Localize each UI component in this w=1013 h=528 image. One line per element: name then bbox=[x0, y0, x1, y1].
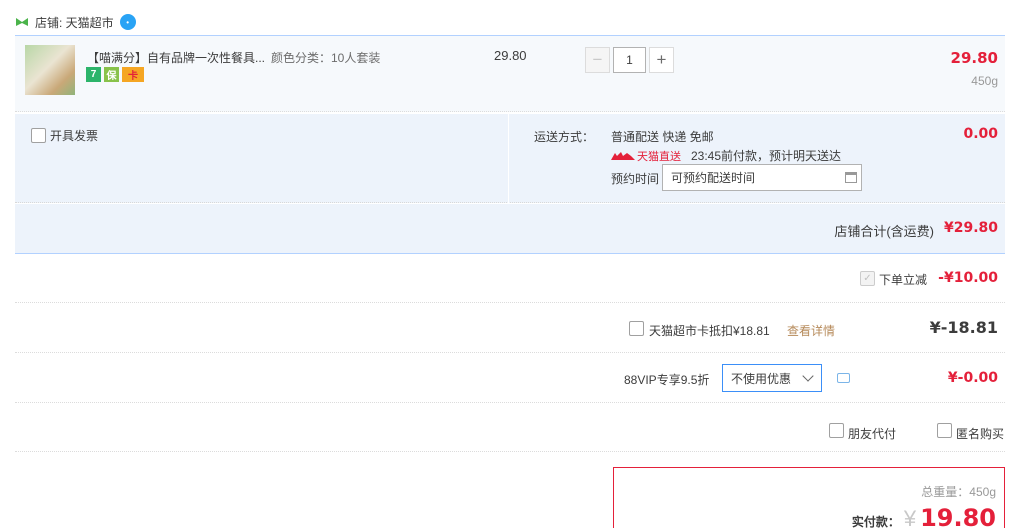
instant-discount-label: 下单立减 bbox=[879, 273, 928, 287]
pay-amount-row: 实付款： ¥ 19.80 bbox=[852, 504, 996, 528]
seven-day-return-icon[interactable]: 7 bbox=[86, 67, 101, 82]
cart-item-row: 【喵满分】自有品牌一次性餐具... 颜色分类：10人套装 7 保 卡 29.80… bbox=[15, 35, 1005, 112]
card-deduction-row: 天猫超市卡抵扣¥18.81 查看详情 ¥-18.81 bbox=[15, 304, 1005, 353]
product-sku: 颜色分类：10人套装 bbox=[271, 51, 381, 65]
friend-pay-label: 朋友代付 bbox=[848, 427, 897, 441]
item-weight: 450g bbox=[971, 74, 998, 88]
card-deduction-checkbox[interactable] bbox=[629, 321, 644, 336]
instant-discount-checkbox: ✓ bbox=[860, 271, 875, 286]
guarantee-icon[interactable]: 保 bbox=[104, 67, 119, 82]
tmall-direct-badge: 天猫直送 bbox=[611, 148, 681, 164]
shop-icon bbox=[15, 16, 29, 28]
invoice-panel: 开具发票 bbox=[15, 114, 509, 203]
wangwang-chat-icon[interactable]: • bbox=[119, 14, 136, 30]
total-weight: 总重量：450g bbox=[921, 485, 996, 499]
friend-pay-checkbox[interactable] bbox=[829, 423, 844, 438]
service-tags: 7 保 卡 bbox=[86, 67, 144, 82]
shipping-label: 运送方式： bbox=[534, 130, 595, 144]
payment-options-row: 朋友代付 匿名购买 bbox=[15, 403, 1005, 452]
invoice-checkbox[interactable] bbox=[31, 128, 46, 143]
invoice-option[interactable]: 开具发票 bbox=[31, 127, 98, 144]
item-subtotal: 29.80 bbox=[950, 49, 998, 67]
calendar-icon[interactable] bbox=[845, 172, 857, 183]
schedule-input[interactable]: 可预约配送时间 bbox=[662, 164, 862, 191]
quantity-input[interactable]: 1 bbox=[613, 47, 646, 73]
increase-button[interactable]: + bbox=[649, 47, 674, 73]
message-icon[interactable] bbox=[837, 373, 850, 383]
anonymous-label: 匿名购买 bbox=[956, 427, 1005, 441]
instant-discount-row: ✓ 下单立减 -¥10.00 bbox=[15, 254, 1005, 303]
anonymous-checkbox[interactable] bbox=[937, 423, 952, 438]
decrease-button[interactable]: − bbox=[585, 47, 610, 73]
pay-amount: 19.80 bbox=[920, 504, 996, 528]
shop-total-value: ¥29.80 bbox=[943, 220, 998, 236]
vip-discount-row: 88VIP专享9.5折 不使用优惠 ¥-0.00 bbox=[15, 354, 1005, 403]
vip-discount-value: ¥-0.00 bbox=[947, 370, 998, 386]
card-pay-icon[interactable]: 卡 bbox=[122, 67, 144, 82]
card-deduction-label: 天猫超市卡抵扣¥18.81 bbox=[649, 324, 770, 338]
shop-total-row: 店铺合计(含运费) ¥29.80 bbox=[15, 204, 1005, 254]
delivery-note: 23:45前付款，预计明天送达 bbox=[691, 149, 842, 163]
shipping-method: 普通配送 快递 免邮 bbox=[611, 130, 714, 144]
shop-total-label: 店铺合计(含运费) bbox=[834, 224, 934, 239]
shop-header: 店铺: 天猫超市 • bbox=[15, 12, 136, 32]
shop-name[interactable]: 店铺: 天猫超市 bbox=[35, 14, 114, 31]
anonymous-option[interactable]: 匿名购买 bbox=[937, 419, 1004, 442]
payment-summary: 总重量：450g 实付款： ¥ 19.80 bbox=[613, 467, 1005, 528]
product-title[interactable]: 【喵满分】自有品牌一次性餐具... bbox=[87, 49, 265, 66]
vip-discount-select[interactable]: 不使用优惠 bbox=[722, 364, 822, 392]
chevron-down-icon bbox=[802, 370, 814, 382]
currency-symbol: ¥ bbox=[903, 506, 917, 528]
view-details-link[interactable]: 查看详情 bbox=[787, 322, 835, 339]
tmall-cat-icon bbox=[611, 151, 635, 160]
unit-price: 29.80 bbox=[494, 48, 527, 63]
invoice-label: 开具发票 bbox=[50, 129, 99, 143]
instant-discount-value: -¥10.00 bbox=[938, 270, 998, 286]
delivery-info: 天猫直送 23:45前付款，预计明天送达 bbox=[611, 147, 841, 164]
vip-label: 88VIP专享9.5折 bbox=[624, 373, 710, 387]
pay-label: 实付款： bbox=[851, 515, 900, 528]
shipping-fee: 0.00 bbox=[963, 126, 998, 142]
product-thumbnail[interactable] bbox=[25, 45, 75, 95]
schedule-label: 预约时间 bbox=[611, 172, 660, 186]
card-deduction-value: ¥-18.81 bbox=[929, 318, 998, 337]
service-panel: 开具发票 运送方式： 普通配送 快递 免邮 天猫直送 23:45前付款，预计明天… bbox=[15, 114, 1005, 203]
friend-pay-option[interactable]: 朋友代付 bbox=[829, 419, 896, 442]
quantity-stepper: − 1 + bbox=[585, 47, 674, 73]
